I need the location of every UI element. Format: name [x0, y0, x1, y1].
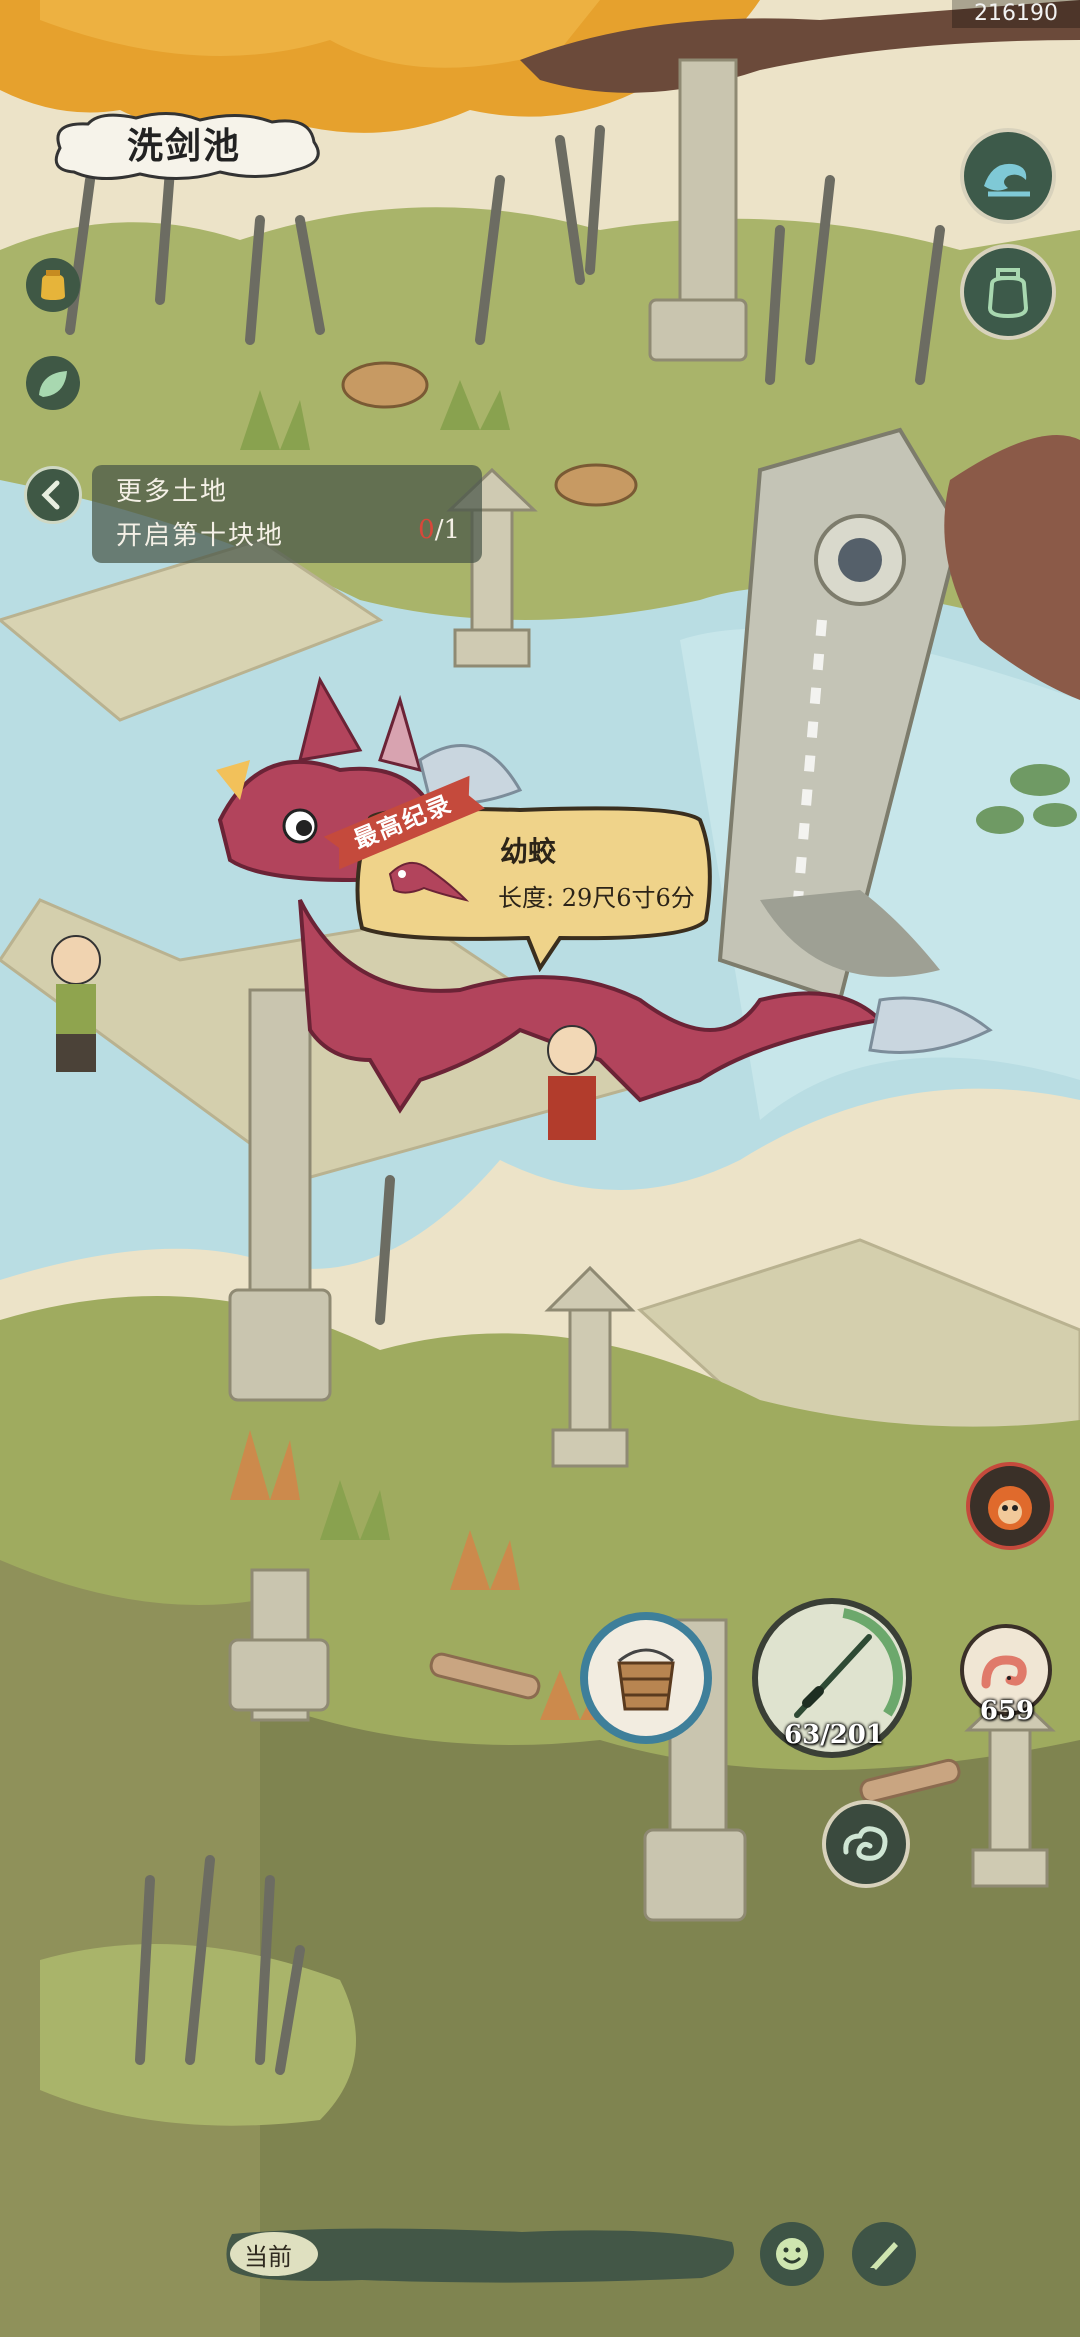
- bait-count: 659: [979, 1696, 1035, 1726]
- worm-icon: [981, 1655, 1027, 1689]
- quest-progress-current: 0: [418, 515, 435, 545]
- wave-button[interactable]: [960, 128, 1056, 224]
- ink-brush-bar: [226, 2228, 734, 2283]
- chevron-left-icon: [41, 480, 60, 510]
- honey-jar-icon: [41, 270, 65, 300]
- wave-icon: [984, 163, 1030, 197]
- jar-icon: [987, 268, 1029, 319]
- game-scene: [0, 0, 1080, 2337]
- write-button[interactable]: [852, 2222, 916, 2286]
- young-dragon-icon: [388, 862, 470, 902]
- monkey-king-button[interactable]: [966, 1462, 1054, 1550]
- leaf-icon: [39, 371, 67, 397]
- area-title-cloud: 洗剑池: [40, 108, 328, 184]
- brush-icon: [870, 2242, 898, 2270]
- jar-button[interactable]: [960, 244, 1056, 340]
- quest-panel[interactable]: 更多土地 开启第十块地 0/1: [92, 465, 482, 563]
- quest-collapse-button[interactable]: [24, 466, 82, 524]
- bucket-button[interactable]: [580, 1612, 712, 1744]
- chat-bar[interactable]: 当前: [222, 2222, 742, 2288]
- quest-progress: 0/1: [418, 515, 460, 545]
- area-title: 洗剑池: [126, 125, 241, 167]
- quest-title: 更多土地: [116, 477, 229, 507]
- id-tag: 216190: [952, 0, 1080, 28]
- emoji-button[interactable]: [760, 2222, 824, 2286]
- bucket-icon: [617, 1648, 675, 1711]
- smile-icon: [776, 2238, 808, 2270]
- leaf-button[interactable]: [26, 356, 80, 410]
- creature-length: 长度: 29尺6寸6分: [498, 884, 695, 912]
- rod-count: 63/201: [784, 1720, 884, 1750]
- quest-description: 开启第十块地: [116, 521, 285, 551]
- chat-channel-label: 当前: [244, 2243, 292, 2271]
- cloud-swirl-button[interactable]: [822, 1800, 910, 1888]
- honey-jar-button[interactable]: [26, 258, 80, 312]
- creature-name: 幼蛟: [500, 835, 557, 868]
- monkey-king-icon: [988, 1486, 1032, 1530]
- cloud-swirl-icon: [843, 1826, 888, 1861]
- quest-progress-total: /1: [434, 515, 460, 545]
